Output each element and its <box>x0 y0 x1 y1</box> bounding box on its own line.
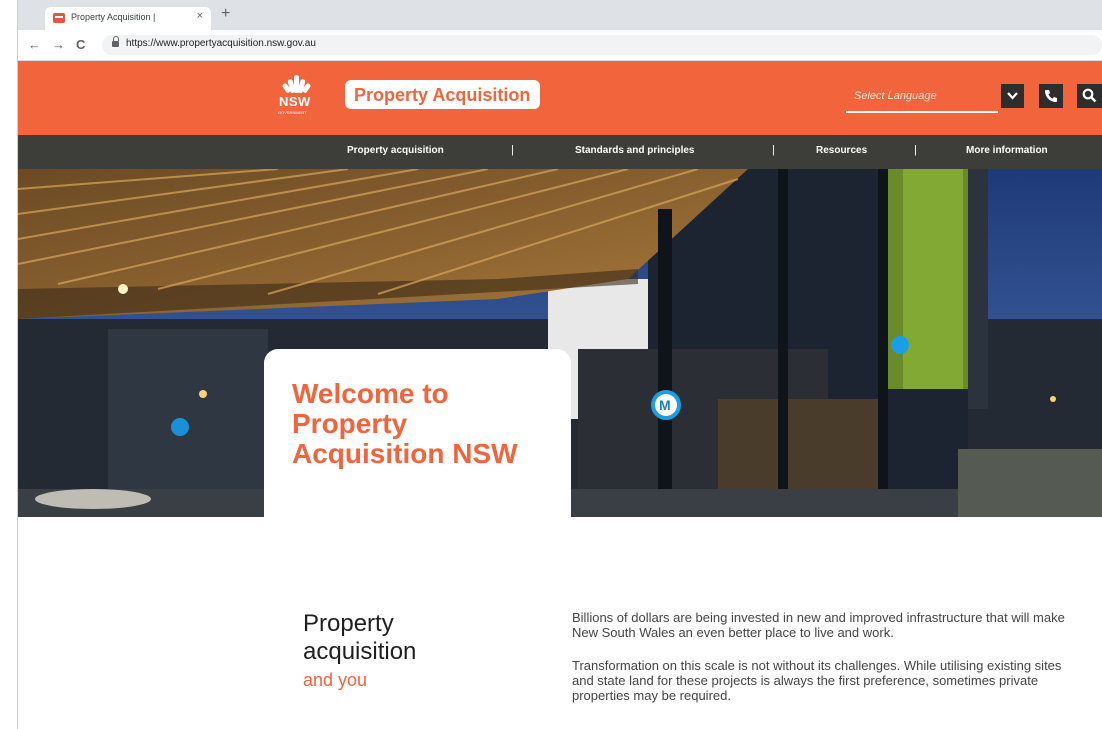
site-title: Property Acquisition <box>354 85 531 105</box>
site-title-link[interactable]: Property Acquisition <box>345 80 540 109</box>
logo-text: NSW <box>279 94 311 109</box>
reload-button[interactable]: C <box>76 37 85 52</box>
phone-icon <box>1045 90 1057 102</box>
welcome-card: Welcome to Property Acquisition NSW <box>264 349 571 534</box>
search-button[interactable] <box>1077 84 1102 108</box>
nsw-logo[interactable]: NSW GOVERNMENT <box>276 71 316 121</box>
browser-tab[interactable]: Property Acquisition | × <box>45 7 211 30</box>
browser-window: Property Acquisition | × + ← → C https:/… <box>0 0 1102 729</box>
url-field[interactable]: https://www.propertyacquisition.nsw.gov.… <box>102 35 1102 55</box>
forward-button[interactable]: → <box>52 37 65 52</box>
logo-subtext: GOVERNMENT <box>278 110 307 115</box>
window-edge <box>0 0 18 729</box>
language-placeholder: Select Language <box>854 90 937 102</box>
nav-separator: | <box>511 144 514 156</box>
search-icon <box>1082 88 1097 103</box>
nav-property-acquisition[interactable]: Property acquisition <box>347 145 444 156</box>
site-header: NSW GOVERNMENT Property Acquisition Sele… <box>18 61 1102 135</box>
section-title-text: Property acquisition <box>303 610 417 665</box>
waratah-icon <box>281 73 312 94</box>
nav-separator: | <box>772 144 775 156</box>
address-bar: ← → C https://www.propertyacquisition.ns… <box>18 30 1102 61</box>
phone-button[interactable] <box>1039 84 1063 108</box>
favicon-icon <box>53 13 65 23</box>
section-title: Property acquisition <box>303 610 473 666</box>
section-subtitle: and you <box>303 670 368 690</box>
tab-title: Property Acquisition | <box>71 12 156 22</box>
intro-paragraph: Billions of dollars are being invested i… <box>572 610 1065 640</box>
nav-resources[interactable]: Resources <box>816 145 867 156</box>
hero-heading: Welcome to Property Acquisition NSW <box>292 378 518 469</box>
back-button[interactable]: ← <box>28 37 41 52</box>
lock-icon[interactable] <box>112 36 119 48</box>
language-select[interactable]: Select Language <box>846 83 998 113</box>
nav-separator: | <box>914 144 917 156</box>
close-tab-icon[interactable]: × <box>197 10 203 22</box>
metro-badge-letter: M <box>659 397 671 413</box>
new-tab-button[interactable]: + <box>221 5 230 23</box>
language-dropdown-button[interactable] <box>1001 84 1024 108</box>
nav-standards-and-principles[interactable]: Standards and principles <box>575 145 694 156</box>
url-text[interactable]: https://www.propertyacquisition.nsw.gov.… <box>126 38 316 49</box>
chevron-down-icon <box>1007 92 1018 100</box>
tab-bar: Property Acquisition | × + <box>18 0 1102 30</box>
nav-more-information[interactable]: More information <box>966 145 1048 156</box>
main-navigation: Property acquisition | Standards and pri… <box>18 135 1102 169</box>
challenges-paragraph: Transformation on this scale is not with… <box>572 658 1062 703</box>
